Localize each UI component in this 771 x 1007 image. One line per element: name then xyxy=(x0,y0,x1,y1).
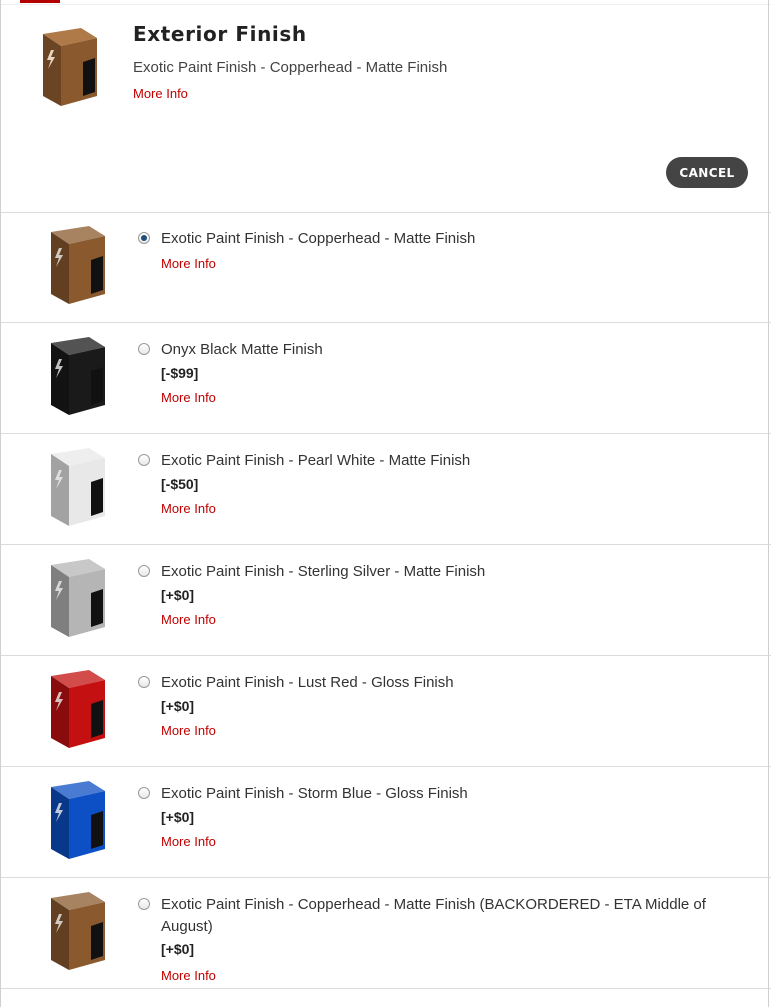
finish-option-label: Exotic Paint Finish - Copperhead - Matte… xyxy=(161,896,706,935)
case-thumbnail-image xyxy=(45,779,109,866)
finish-option-price: [+$0] xyxy=(161,941,195,957)
finish-option[interactable]: Exotic Paint Finish - Pearl White - Matt… xyxy=(1,434,771,545)
finish-option-price: [+$0] xyxy=(161,698,195,714)
finish-radio[interactable] xyxy=(138,454,150,466)
finish-option-label: Exotic Paint Finish - Sterling Silver - … xyxy=(161,563,486,580)
option-more-info-link[interactable]: More Info xyxy=(161,390,216,405)
case-thumbnail-image xyxy=(45,335,109,422)
finish-option[interactable]: Onyx Black Matte Finish [-$99] More Info xyxy=(1,323,771,434)
finish-option-label: Exotic Paint Finish - Copperhead - Matte… xyxy=(161,230,476,247)
finish-option-label: Exotic Paint Finish - Lust Red - Gloss F… xyxy=(161,674,454,691)
case-thumbnail-image xyxy=(45,668,109,755)
case-thumbnail-image xyxy=(45,557,109,644)
option-more-info-link[interactable]: More Info xyxy=(161,501,216,516)
finish-radio[interactable] xyxy=(138,343,150,355)
cancel-button[interactable]: CANCEL xyxy=(666,157,748,188)
finish-radio[interactable] xyxy=(138,232,150,244)
finish-option-price: [-$99] xyxy=(161,365,199,381)
finish-option-label: Exotic Paint Finish - Pearl White - Matt… xyxy=(161,452,471,469)
selection-header: Exterior Finish Exotic Paint Finish - Co… xyxy=(1,0,771,213)
selected-option-text: Exotic Paint Finish - Copperhead - Matte… xyxy=(133,59,448,76)
finish-option-price: [-$50] xyxy=(161,476,199,492)
option-more-info-link[interactable]: More Info xyxy=(161,834,216,849)
case-thumbnail-image xyxy=(45,446,109,533)
finish-radio[interactable] xyxy=(138,565,150,577)
finish-option[interactable]: Exotic Paint Finish - Lust Red - Gloss F… xyxy=(1,656,771,767)
finish-option[interactable]: Exotic Paint Finish - Sterling Silver - … xyxy=(1,545,771,656)
exterior-finish-panel: Exterior Finish Exotic Paint Finish - Co… xyxy=(0,0,771,1007)
header-more-info-link[interactable]: More Info xyxy=(133,86,188,101)
option-more-info-link[interactable]: More Info xyxy=(161,256,216,271)
option-more-info-link[interactable]: More Info xyxy=(161,968,216,983)
finish-option-price: [+$0] xyxy=(161,587,195,603)
finish-option-label: Exotic Paint Finish - Storm Blue - Gloss… xyxy=(161,785,468,802)
option-more-info-link[interactable]: More Info xyxy=(161,723,216,738)
finish-option[interactable]: Exotic Paint Finish - Copperhead - Matte… xyxy=(1,212,771,323)
option-more-info-link[interactable]: More Info xyxy=(161,612,216,627)
finish-radio[interactable] xyxy=(138,898,150,910)
section-title: Exterior Finish xyxy=(133,22,307,46)
finish-option-label: Onyx Black Matte Finish xyxy=(161,341,323,358)
finish-option[interactable]: Exotic Paint Finish - Copperhead - Matte… xyxy=(1,878,771,989)
finish-option[interactable]: Exotic Paint Finish - Storm Blue - Gloss… xyxy=(1,767,771,878)
finish-radio[interactable] xyxy=(138,676,150,688)
finish-option-price: [+$0] xyxy=(161,809,195,825)
case-thumbnail-image xyxy=(45,224,109,311)
case-thumbnail-image xyxy=(45,890,109,977)
finish-radio[interactable] xyxy=(138,787,150,799)
selected-case-image xyxy=(37,26,101,113)
